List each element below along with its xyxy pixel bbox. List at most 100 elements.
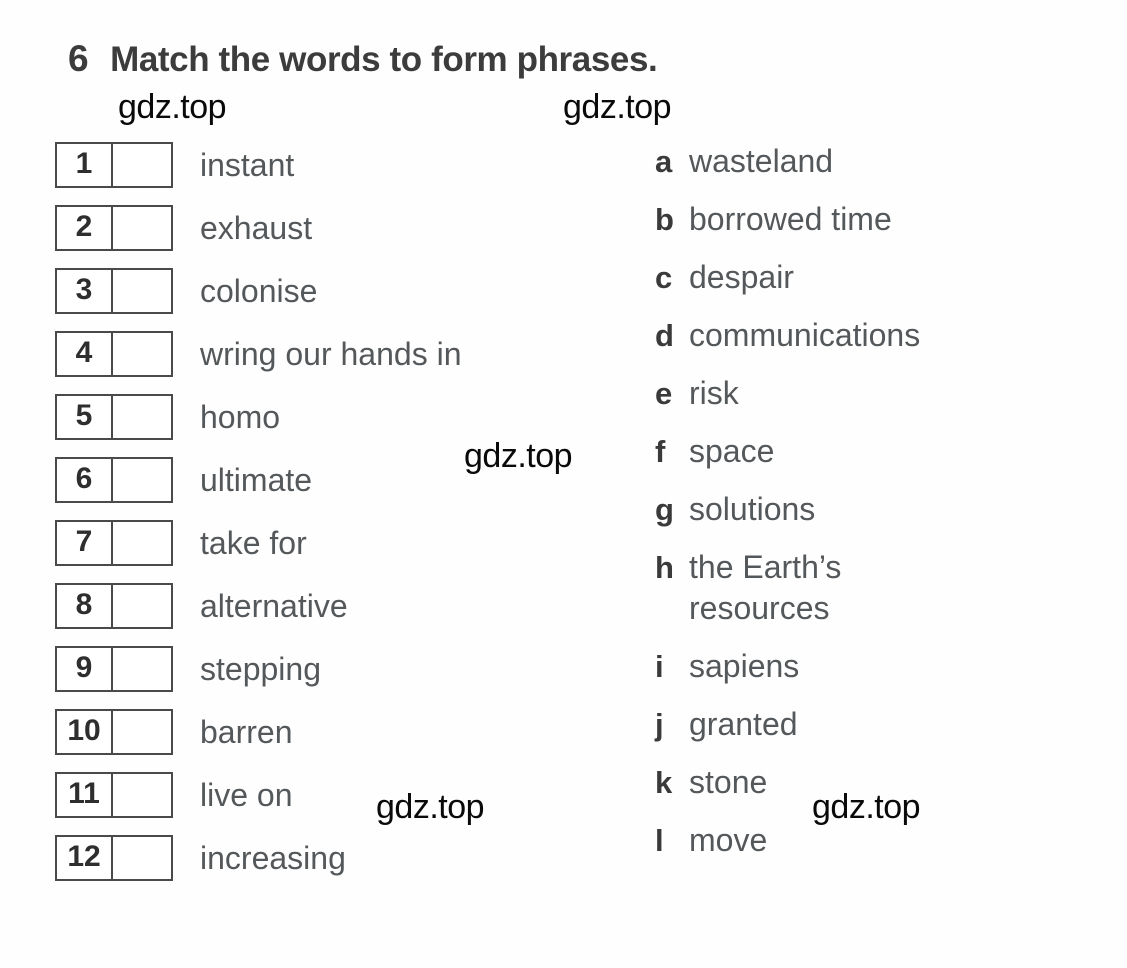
option-row[interactable]: g solutions <box>655 489 1085 530</box>
item-number: 7 <box>57 521 113 564</box>
answer-box[interactable]: 1 <box>55 141 173 188</box>
match-row: 4 wring our hands in <box>55 330 615 377</box>
option-row[interactable]: d communications <box>655 315 1085 356</box>
option-text: borrowed time <box>689 201 892 237</box>
options-column: a wasteland b borrowed time c despair d … <box>655 141 1085 878</box>
option-text: solutions <box>689 491 816 527</box>
answer-input-cell[interactable] <box>113 711 171 753</box>
option-row[interactable]: b borrowed time <box>655 199 1085 240</box>
match-row: 9 stepping <box>55 645 615 692</box>
answer-box[interactable]: 7 <box>55 519 173 566</box>
option-letter: a <box>655 144 673 179</box>
prompt-text: wring our hands in <box>200 335 462 372</box>
item-number: 3 <box>57 269 113 312</box>
answer-input-cell[interactable] <box>113 144 171 186</box>
exercise-number: 6 <box>68 38 89 79</box>
item-number: 11 <box>57 773 113 816</box>
option-text: sapiens <box>689 648 800 684</box>
answer-input-cell[interactable] <box>113 522 171 564</box>
match-row: 7 take for <box>55 519 615 566</box>
option-text: move <box>689 822 768 858</box>
item-number: 5 <box>57 395 113 438</box>
watermark: gdz.top <box>464 437 573 475</box>
option-text: despair <box>689 259 794 295</box>
answer-input-cell[interactable] <box>113 333 171 375</box>
match-row: 10 barren <box>55 708 615 755</box>
prompt-text: colonise <box>200 272 318 309</box>
answer-input-cell[interactable] <box>113 837 171 879</box>
item-number: 8 <box>57 584 113 627</box>
option-letter: i <box>655 649 664 684</box>
prompt-text: take for <box>200 524 307 561</box>
prompt-text: stepping <box>200 650 321 687</box>
option-letter: f <box>655 434 666 469</box>
option-text: stone <box>689 764 768 800</box>
option-text: risk <box>689 375 739 411</box>
option-letter: l <box>655 823 664 858</box>
item-number: 6 <box>57 458 113 501</box>
prompt-text: barren <box>200 713 293 750</box>
answer-box[interactable]: 6 <box>55 456 173 503</box>
option-row[interactable]: e risk <box>655 373 1085 414</box>
exercise-instruction: Match the words to form phrases. <box>110 40 658 79</box>
prompt-text: live on <box>200 776 293 813</box>
option-letter: c <box>655 260 673 295</box>
answer-input-cell[interactable] <box>113 396 171 438</box>
option-row[interactable]: f space <box>655 431 1085 472</box>
answer-box[interactable]: 2 <box>55 204 173 251</box>
item-number: 1 <box>57 143 113 186</box>
exercise-heading: 6 Match the words to form phrases. <box>68 38 658 80</box>
prompt-text: exhaust <box>200 209 313 246</box>
option-letter: b <box>655 202 674 237</box>
answer-box[interactable]: 8 <box>55 582 173 629</box>
item-number: 2 <box>57 206 113 249</box>
option-text: wasteland <box>689 143 834 179</box>
prompt-text: instant <box>200 146 295 183</box>
option-row[interactable]: i sapiens <box>655 646 1085 687</box>
match-row: 11 live on <box>55 771 615 818</box>
option-letter: d <box>655 318 674 353</box>
match-row: 3 colonise <box>55 267 615 314</box>
answer-input-cell[interactable] <box>113 774 171 816</box>
match-row: 8 alternative <box>55 582 615 629</box>
option-text: communications <box>689 317 921 353</box>
answer-box[interactable]: 3 <box>55 267 173 314</box>
option-row[interactable]: a wasteland <box>655 141 1085 182</box>
option-text: the Earth’s resources <box>689 549 842 626</box>
answer-input-cell[interactable] <box>113 270 171 312</box>
option-row[interactable]: h the Earth’s resources <box>655 547 1085 629</box>
answer-box[interactable]: 10 <box>55 708 173 755</box>
answer-input-cell[interactable] <box>113 207 171 249</box>
match-row: 2 exhaust <box>55 204 615 251</box>
prompt-text: homo <box>200 398 281 435</box>
item-number: 9 <box>57 647 113 690</box>
answer-box[interactable]: 5 <box>55 393 173 440</box>
prompt-text: ultimate <box>200 461 313 498</box>
option-text: granted <box>689 706 798 742</box>
option-text: space <box>689 433 775 469</box>
watermark: gdz.top <box>118 88 227 126</box>
item-number: 10 <box>57 710 113 753</box>
watermark: gdz.top <box>376 788 485 826</box>
item-number: 12 <box>57 836 113 879</box>
match-row: 1 instant <box>55 141 615 188</box>
answer-box[interactable]: 12 <box>55 834 173 881</box>
watermark: gdz.top <box>563 88 672 126</box>
option-letter: h <box>655 550 674 585</box>
watermark: gdz.top <box>812 788 921 826</box>
prompts-column: 1 instant 2 exhaust 3 colonise 4 wring o… <box>55 141 615 897</box>
answer-box[interactable]: 11 <box>55 771 173 818</box>
match-row: 5 homo <box>55 393 615 440</box>
option-letter: e <box>655 376 673 411</box>
answer-input-cell[interactable] <box>113 585 171 627</box>
option-letter: g <box>655 492 674 527</box>
option-letter: k <box>655 765 673 800</box>
answer-input-cell[interactable] <box>113 648 171 690</box>
answer-box[interactable]: 9 <box>55 645 173 692</box>
answer-box[interactable]: 4 <box>55 330 173 377</box>
prompt-text: alternative <box>200 587 348 624</box>
option-row[interactable]: j granted <box>655 704 1085 745</box>
option-row[interactable]: c despair <box>655 257 1085 298</box>
match-row: 12 increasing <box>55 834 615 881</box>
answer-input-cell[interactable] <box>113 459 171 501</box>
